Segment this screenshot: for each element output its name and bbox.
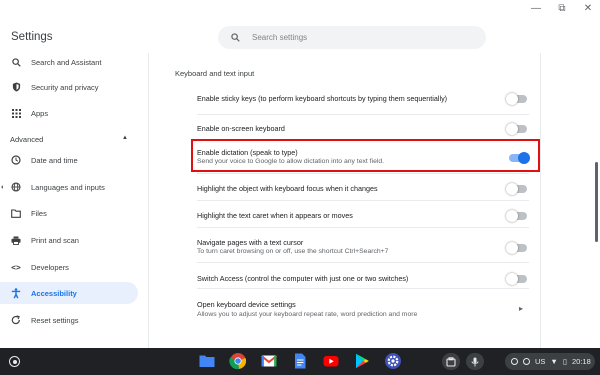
sidebar-item-label: Accessibility <box>31 288 77 298</box>
sidebar-item-label: Developers <box>31 262 69 272</box>
setting-description: Allows you to adjust your keyboard repea… <box>197 311 418 318</box>
wifi-icon: ▼ <box>550 357 558 366</box>
search-icon <box>1 57 31 67</box>
search-box[interactable] <box>218 26 486 49</box>
sidebar-item-print-and-scan[interactable]: Print and scan <box>0 229 138 251</box>
folder-icon <box>1 208 31 218</box>
files-app-icon[interactable] <box>197 351 217 371</box>
shield-icon <box>1 82 31 92</box>
setting-label: Highlight the object with keyboard focus… <box>197 184 378 193</box>
toggle-knob <box>506 122 518 135</box>
setting-description: To turn caret browsing on or off, use th… <box>197 248 389 255</box>
sidebar-item-label: Apps <box>31 108 49 118</box>
sidebar-item-date-and-time[interactable]: Date and time <box>0 149 138 171</box>
sidebar-item-files[interactable]: Files <box>0 202 138 224</box>
setting-row-sticky-keys[interactable]: Enable sticky keys (to perform keyboard … <box>197 81 529 114</box>
setting-row-focus-highlight[interactable]: Highlight the object with keyboard focus… <box>197 173 529 200</box>
sidebar-item-label: Security and privacy <box>31 82 99 92</box>
toggle-knob <box>506 92 518 105</box>
sidebar-item-reset-settings[interactable]: Reset settings <box>0 309 138 331</box>
gmail-icon[interactable] <box>259 351 279 371</box>
clock-time: 20:18 <box>572 357 591 366</box>
highlight-box <box>191 139 540 172</box>
close-icon[interactable]: ✕ <box>582 2 594 16</box>
sidebar-item-label: Files <box>31 208 47 218</box>
restore-icon[interactable]: ⧉ <box>556 2 568 16</box>
play-store-icon[interactable] <box>352 351 372 371</box>
section-title: Keyboard and text input <box>175 69 255 78</box>
docs-icon[interactable] <box>290 351 310 371</box>
search-icon <box>231 33 240 42</box>
search-input[interactable] <box>252 33 452 42</box>
keyboard-region: US <box>535 357 546 366</box>
setting-label: Open keyboard device settings <box>197 300 296 309</box>
switch-access-toggle[interactable] <box>506 272 527 285</box>
setting-label: Enable on-screen keyboard <box>197 124 285 133</box>
sidebar-item-search-and-assistant[interactable]: Search and Assistant <box>0 51 138 73</box>
settings-app-icon[interactable] <box>383 351 403 371</box>
toggle-knob <box>506 182 518 195</box>
setting-label: Highlight the text caret when it appears… <box>197 211 353 220</box>
chrome-icon[interactable] <box>228 351 248 371</box>
caret-browsing-toggle[interactable] <box>506 241 527 254</box>
on-screen-keyboard-toggle[interactable] <box>506 122 527 135</box>
setting-row-switch-access[interactable]: Switch Access (control the computer with… <box>197 262 529 288</box>
clock-icon <box>1 155 31 165</box>
sidebar-item-languages-and-inputs[interactable]: Languages and inputs <box>0 176 138 198</box>
pinned-apps <box>197 351 403 371</box>
sidebar: Search and Assistant Security and privac… <box>0 53 148 348</box>
tote-icon[interactable] <box>442 353 460 370</box>
youtube-icon[interactable] <box>321 351 341 371</box>
globe-icon <box>1 182 31 192</box>
setting-row-caret-browsing[interactable]: Navigate pages with a text cursor To tur… <box>197 227 529 262</box>
apps-grid-icon <box>1 108 31 118</box>
battery-icon: ▯ <box>562 357 567 366</box>
advanced-label: Advanced <box>10 135 44 144</box>
chevron-right-icon: ▸ <box>518 304 523 313</box>
setting-row-on-screen-keyboard[interactable]: Enable on-screen keyboard <box>197 114 529 140</box>
microphone-icon[interactable] <box>466 353 484 370</box>
setting-label: Navigate pages with a text cursor <box>197 238 304 247</box>
partial-icon: ◖ <box>0 184 5 191</box>
code-icon: <> <box>11 262 21 272</box>
sidebar-item-developers[interactable]: <> Developers <box>0 256 138 278</box>
sidebar-item-accessibility[interactable]: Accessibility <box>0 282 138 304</box>
settings-window: — ⧉ ✕ Settings Search and Assistant Secu… <box>0 0 600 348</box>
reset-icon <box>1 315 31 325</box>
sidebar-item-apps[interactable]: Apps <box>0 102 138 124</box>
main-content: Keyboard and text input Enable sticky ke… <box>148 53 541 348</box>
sidebar-item-label: Search and Assistant <box>31 57 102 67</box>
notification-icon <box>523 358 530 365</box>
launcher-icon[interactable] <box>9 356 20 367</box>
toggle-knob <box>506 272 518 285</box>
sidebar-item-label: Print and scan <box>31 235 79 245</box>
setting-label: Enable sticky keys (to perform keyboard … <box>197 94 448 103</box>
accessibility-icon <box>1 287 31 299</box>
recording-icon <box>511 358 518 365</box>
toggle-knob <box>506 241 518 254</box>
sidebar-item-label: Reset settings <box>31 315 79 325</box>
page-title: Settings <box>11 31 53 43</box>
window-controls: — ⧉ ✕ <box>530 2 594 16</box>
printer-icon <box>1 236 31 245</box>
setting-row-caret-highlight[interactable]: Highlight the text caret when it appears… <box>197 200 529 227</box>
caret-highlight-toggle[interactable] <box>506 209 527 222</box>
setting-label: Switch Access (control the computer with… <box>197 274 409 283</box>
advanced-toggle[interactable]: Advanced ▲ <box>10 135 128 144</box>
status-area[interactable]: US ▼ ▯ 20:18 <box>505 353 595 370</box>
focus-highlight-toggle[interactable] <box>506 182 527 195</box>
scrollbar[interactable] <box>595 162 598 242</box>
setting-row-keyboard-device-settings[interactable]: Open keyboard device settings Allows you… <box>197 288 529 325</box>
minimize-icon[interactable]: — <box>530 2 542 16</box>
sticky-keys-toggle[interactable] <box>506 92 527 105</box>
sidebar-item-label: Languages and inputs <box>31 182 105 192</box>
sidebar-item-security-and-privacy[interactable]: Security and privacy <box>0 76 138 98</box>
shelf: US ▼ ▯ 20:18 <box>0 348 600 375</box>
toggle-knob <box>506 209 518 222</box>
chevron-up-icon: ▲ <box>122 135 128 141</box>
sidebar-item-label: Date and time <box>31 155 78 165</box>
